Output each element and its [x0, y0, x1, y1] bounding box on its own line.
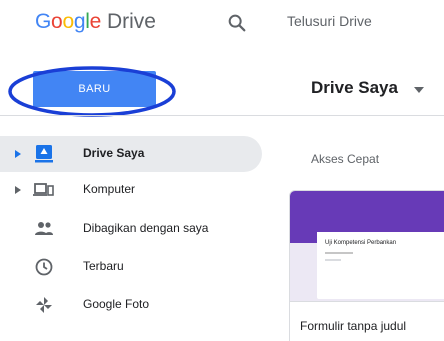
new-button[interactable]: BARU	[33, 71, 156, 107]
new-button-label: BARU	[78, 83, 111, 95]
chevron-down-icon[interactable]	[414, 86, 424, 94]
sidebar-item-label: Google Foto	[83, 297, 150, 311]
form-preview-line	[325, 259, 341, 261]
drive-icon	[35, 145, 53, 163]
search-icon[interactable]	[226, 12, 248, 34]
logo-letter: g	[73, 10, 86, 33]
shared-people-icon	[35, 222, 53, 235]
sidebar-item-komputer[interactable]: Komputer	[0, 172, 262, 208]
photos-pinwheel-icon	[36, 297, 52, 313]
sidebar-item-label: Dibagikan dengan saya	[83, 221, 209, 235]
expand-arrow-icon[interactable]	[15, 150, 21, 158]
card-thumbnail: Uji Kompetensi Perbankan	[290, 191, 444, 301]
form-preview-heading: Uji Kompetensi Perbankan	[325, 240, 397, 246]
sidebar-item-terbaru[interactable]: Terbaru	[0, 249, 262, 285]
logo-letter: o	[51, 10, 63, 33]
sidebar-item-google-foto[interactable]: Google Foto	[0, 287, 262, 323]
search-input[interactable]: Telusuri Drive	[287, 13, 372, 29]
google-drive-logo[interactable]: Google Drive	[35, 10, 156, 36]
quick-access-card[interactable]: Uji Kompetensi Perbankan Formulir tanpa …	[289, 190, 444, 341]
expand-arrow-icon[interactable]	[15, 186, 21, 194]
card-divider	[290, 301, 444, 302]
header-divider	[0, 115, 444, 116]
sidebar-item-label: Drive Saya	[83, 146, 145, 160]
sidebar-item-drive-saya[interactable]: Drive Saya	[0, 136, 262, 172]
logo-letter: G	[35, 10, 52, 33]
sidebar-item-label: Terbaru	[83, 259, 124, 273]
clock-icon	[35, 258, 53, 276]
form-preview: Uji Kompetensi Perbankan	[317, 229, 444, 299]
sidebar-item-label: Komputer	[83, 182, 136, 196]
quick-access-heading: Akses Cepat	[311, 152, 380, 166]
computer-icon	[33, 183, 54, 196]
sidebar-item-dibagikan[interactable]: Dibagikan dengan saya	[0, 211, 262, 247]
form-preview-line	[325, 252, 353, 254]
product-name: Drive	[106, 10, 156, 33]
page-title[interactable]: Drive Saya	[311, 78, 398, 98]
google-wordmark: Google	[35, 10, 101, 34]
top-bar: Google Drive Telusuri Drive	[0, 0, 444, 50]
logo-letter: o	[62, 10, 74, 33]
card-title: Formulir tanpa judul	[300, 319, 407, 333]
logo-letter: e	[89, 10, 102, 33]
